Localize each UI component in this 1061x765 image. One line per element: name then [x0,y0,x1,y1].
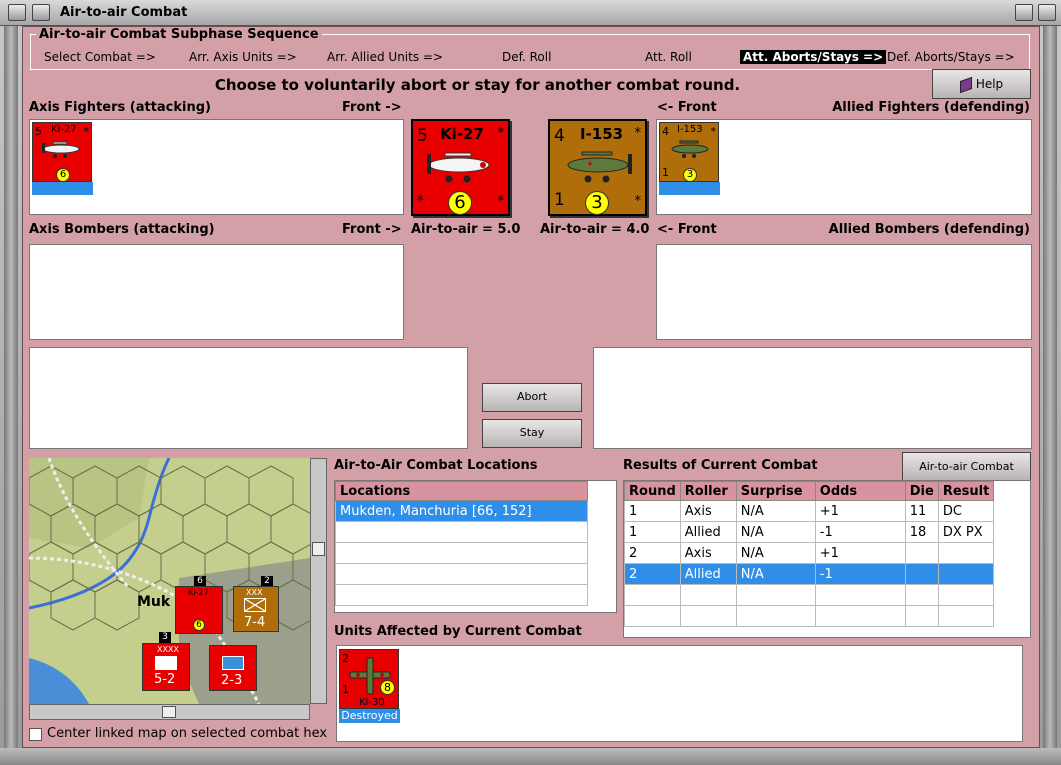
window-maximize-button[interactable] [1015,4,1033,21]
axis-air-to-air-value: Air-to-air = 5.0 [411,222,521,237]
axis-bombers-heading: Axis Bombers (attacking) [29,222,215,237]
map-counter-corps[interactable]: XXX 7-4 [233,586,279,632]
locations-list[interactable]: Locations Mukden, Manchuria [66, 152] [334,480,617,613]
help-book-icon [959,76,972,93]
seq-step-def-roll: Def. Roll [502,50,552,64]
stay-button[interactable]: Stay [482,419,582,448]
axis-fighters-box[interactable]: 5 Ki-27 * 6 [29,119,404,215]
center-map-checkbox[interactable] [29,728,42,741]
table-row[interactable] [624,605,995,627]
seq-step-select-combat: Select Combat => [44,50,156,64]
axis-fighters-heading: Axis Fighters (attacking) [29,100,211,115]
results-list[interactable]: Round Roller Surprise Odds Die Result 1A… [623,480,1031,638]
map-stack-number: 3 [159,632,171,643]
map-city-label: Muk [137,594,171,610]
instruction-text: Choose to voluntarily abort or stay for … [214,76,741,94]
results-header-row: Round Roller Surprise Odds Die Result [624,481,995,501]
axis-bombers-box[interactable] [29,244,404,340]
affected-heading: Units Affected by Current Combat [334,624,582,639]
affected-units-box[interactable]: 2 1 Ki-30 8 Destroyed [336,645,1023,742]
seq-step-arr-axis: Arr. Axis Units => [189,50,297,64]
table-row[interactable]: Mukden, Manchuria [66, 152] [335,500,588,522]
axis-fighter-counter[interactable]: 5 Ki-27 * 6 [32,122,92,182]
results-table: Round Roller Surprise Odds Die Result 1A… [624,481,995,627]
map-counter-army[interactable]: XXXX 5-2 [142,643,190,691]
hq-symbol-icon [222,656,244,670]
map-vscroll-thumb[interactable] [312,542,325,556]
table-row[interactable]: 1 Axis N/A +1 11 DC [624,500,995,522]
window-menu-button[interactable] [8,4,26,21]
allied-fighter-counter[interactable]: 4 I-153 * 1 3 [659,122,719,182]
sequence-title: Air-to-air Combat Subphase Sequence [36,27,322,42]
allied-fighters-box[interactable]: 4 I-153 * 1 3 [656,119,1032,215]
locations-table: Locations Mukden, Manchuria [66, 152] [335,481,588,606]
left-border [4,26,18,748]
biplane-icon [42,141,80,158]
mech-symbol-icon [155,656,177,670]
seq-step-def-aborts: Def. Aborts/Stays => [887,50,1015,64]
close-icon[interactable] [1038,4,1056,21]
center-map-label: Center linked map on selected combat hex [47,726,328,741]
allied-bombers-box[interactable] [656,244,1032,340]
table-row[interactable]: 1 Allied N/A -1 18 DX PX [624,521,995,543]
allied-bombers-heading: Allied Bombers (defending) [828,222,1030,237]
map-counter-fighter[interactable]: Ki-27 6 [175,586,223,634]
table-row[interactable] [335,584,588,606]
window-minimize-button[interactable] [32,4,50,21]
locations-heading: Air-to-Air Combat Locations [334,458,538,473]
map-hscroll-thumb[interactable] [162,706,176,718]
allied-fighters-front: <- Front [657,100,717,115]
bottom-border [0,748,1061,765]
seq-step-att-aborts: Att. Aborts/Stays => [740,50,887,64]
axis-fighter-selected-bar [32,182,93,195]
window-title: Air-to-air Combat [60,5,188,20]
abort-button[interactable]: Abort [482,383,582,412]
locations-column-header: Locations [335,481,588,501]
table-row[interactable] [335,542,588,564]
allied-air-to-air-value: Air-to-air = 4.0 [540,222,650,237]
biplane-icon [671,140,709,158]
map-counter-hq[interactable]: 2-3 [209,645,257,691]
seq-step-att-roll: Att. Roll [645,50,692,64]
table-row[interactable] [335,521,588,543]
axis-info-pane [29,347,468,449]
seq-step-arr-allied: Arr. Allied Units => [327,50,444,64]
help-button[interactable]: Help [932,69,1031,99]
air-combat-chart-button[interactable]: Air-to-air Combat Chart [902,452,1031,500]
table-row[interactable]: 2 Allied N/A -1 [624,563,995,585]
affected-unit-status: Destroyed [339,709,400,723]
map-vertical-scrollbar[interactable] [310,458,327,704]
right-border [1043,26,1057,748]
mini-map[interactable]: Muk 6 2 3 Ki-27 6 XXX 7-4 XXXX 5-2 2-3 [29,458,310,704]
table-row[interactable]: 2 Axis N/A +1 [624,542,995,564]
allied-fighters-heading: Allied Fighters (defending) [832,100,1030,115]
biplane-icon [567,151,632,183]
biplane-icon [427,152,490,183]
map-horizontal-scrollbar[interactable] [29,704,310,720]
axis-fighters-front: Front -> [342,100,402,115]
table-row[interactable] [335,563,588,585]
table-row[interactable] [624,584,995,606]
infantry-symbol-icon [244,598,266,612]
affected-unit-counter[interactable]: 2 1 Ki-30 8 [339,649,399,709]
allied-bombers-front: <- Front [657,222,717,237]
title-bar[interactable]: Air-to-air Combat [0,0,1061,26]
results-heading: Results of Current Combat [623,458,818,473]
allied-large-counter: 4 I-153 * 1 3 * [548,119,647,216]
allied-info-pane [593,347,1032,449]
allied-fighter-selected-bar [659,182,720,195]
axis-large-counter: 5 Ki-27 * * 6 * [411,119,510,216]
axis-bombers-front: Front -> [342,222,402,237]
